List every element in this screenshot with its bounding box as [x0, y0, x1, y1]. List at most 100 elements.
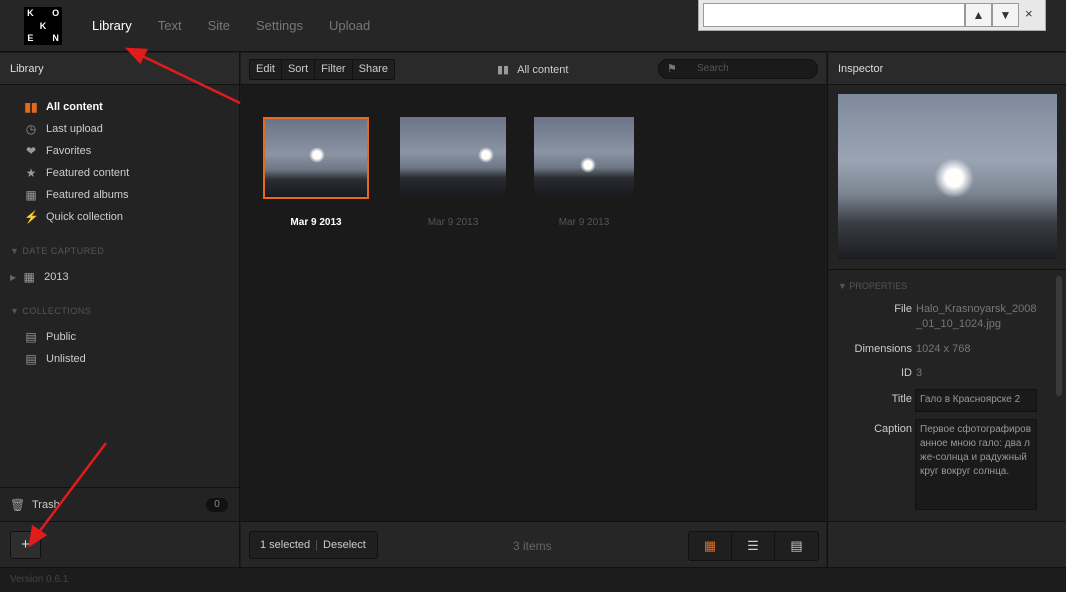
sidebar-item-label: Public — [46, 331, 76, 343]
sidebar-item-label: 2013 — [44, 271, 69, 283]
sidebar-item-trash[interactable]: 🗑 Trash — [10, 497, 60, 513]
sidebar-item-featured-content[interactable]: ★ Featured content — [24, 165, 130, 181]
library-icon: ▮▮ — [497, 64, 510, 76]
sidebar-item-label: Favorites — [46, 145, 92, 157]
logo-letter: K — [27, 8, 34, 18]
trash-row[interactable]: 🗑 Trash 0 — [0, 487, 239, 521]
thumbnail-date: Mar 9 2013 — [290, 217, 342, 228]
trash-icon: 🗑 — [10, 498, 26, 512]
sidebar-item-label: Featured content — [46, 167, 130, 179]
title-label: Title — [891, 393, 912, 405]
logo-letter — [37, 7, 50, 20]
content-toolbar: Edit Sort Filter Share ▮▮ All content ⚑ … — [241, 53, 826, 85]
sidebar-item-label: Last upload — [46, 123, 103, 135]
sidebar-item-label: Quick collection — [46, 211, 124, 223]
logo-letter — [24, 20, 37, 33]
logo-letter — [37, 32, 50, 45]
logo-letter: O — [52, 8, 60, 18]
version-label: Version 0.6.1 — [10, 574, 69, 585]
sidebar-item-favorites[interactable]: ❤ Favorites — [24, 143, 91, 159]
section-label: COLLECTIONS — [22, 306, 92, 316]
sidebar-item-all-content[interactable]: ▮▮ All content — [24, 99, 103, 115]
expand-arrow-icon[interactable]: ▶ — [10, 273, 16, 282]
properties-scrollbar[interactable] — [1056, 276, 1062, 396]
library-sidebar: Library ▮▮ All content ◷ Last upload ❤ F… — [0, 53, 240, 567]
content-footer: 1 selected | Deselect 3 items ▦ ☰ ▤ — [241, 521, 826, 567]
caption-textarea[interactable]: Первое сфотографированное мною гало: два… — [915, 419, 1037, 510]
sidebar-item-label: Featured albums — [46, 189, 129, 201]
sun-glow — [309, 147, 325, 163]
list-view-icon[interactable]: ☰ — [732, 532, 775, 560]
sidebar-item-label: Unlisted — [46, 353, 86, 365]
sidebar-item-label: Trash — [32, 499, 60, 511]
caption-label: Caption — [874, 423, 912, 435]
thumbnail-item[interactable]: Mar 9 2013 — [400, 117, 506, 228]
view-switcher: ▦ ☰ ▤ — [688, 531, 819, 561]
collection-icon: ▤ — [25, 330, 37, 344]
sidebar-item-quick-collection[interactable]: ⚡ Quick collection — [24, 209, 123, 225]
thumbnail-date: Mar 9 2013 — [427, 217, 479, 228]
clock-icon: ◷ — [25, 122, 37, 136]
find-next-button[interactable]: ▼ — [992, 3, 1019, 27]
thumbnail-item[interactable]: Mar 9 2013 — [263, 117, 369, 228]
id-value: 3 — [916, 367, 923, 379]
sidebar-footer: + — [0, 521, 239, 567]
search-field[interactable]: ⚑ Search — [658, 59, 818, 79]
date-captured-section[interactable]: ▼ DATE CAPTURED — [10, 246, 104, 256]
sidebar-item-unlisted[interactable]: ▤ Unlisted — [24, 351, 86, 367]
section-label: DATE CAPTURED — [22, 246, 105, 256]
filter-button[interactable]: Filter — [315, 60, 353, 79]
inspector-preview-image[interactable] — [838, 94, 1057, 259]
find-input[interactable] — [703, 3, 965, 27]
sort-button[interactable]: Sort — [282, 60, 316, 79]
inspector-title: Inspector — [828, 53, 1066, 85]
dimensions-value: 1024 x 768 — [916, 343, 971, 355]
title-input[interactable]: Гало в Красноярске 2 — [915, 389, 1037, 412]
bolt-icon: ⚡ — [24, 210, 39, 224]
nav-upload[interactable]: Upload — [329, 18, 370, 33]
sidebar-item-featured-albums[interactable]: ▦ Featured albums — [24, 187, 129, 203]
find-close-button[interactable]: × — [1025, 6, 1033, 21]
trash-count-badge: 0 — [206, 498, 228, 512]
sidebar-item-public[interactable]: ▤ Public — [24, 329, 76, 345]
context-label: All content — [517, 63, 569, 76]
file-label: File — [894, 303, 912, 315]
sidebar-item-last-upload[interactable]: ◷ Last upload — [24, 121, 103, 137]
collections-section[interactable]: ▼ COLLECTIONS — [10, 306, 91, 316]
top-bar: K O K E N Library Text Site Settings Upl… — [0, 0, 1066, 52]
filmstrip-view-icon[interactable]: ▤ — [775, 532, 818, 560]
sidebar-item-2013[interactable]: ▶ ▦ 2013 — [10, 269, 69, 285]
add-collection-button[interactable]: + — [10, 531, 41, 559]
main-nav: Library Text Site Settings Upload — [92, 18, 396, 33]
calendar-icon: ▦ — [23, 270, 35, 284]
search-input[interactable]: Search — [697, 63, 729, 74]
heart-icon: ❤ — [25, 144, 37, 158]
selected-count: 1 selected — [260, 539, 311, 551]
find-prev-button[interactable]: ▲ — [965, 3, 992, 27]
nav-text[interactable]: Text — [158, 18, 182, 33]
share-button[interactable]: Share — [353, 60, 394, 79]
nav-site[interactable]: Site — [208, 18, 230, 33]
id-label: ID — [901, 367, 912, 379]
sun-glow — [934, 158, 974, 198]
nav-settings[interactable]: Settings — [256, 18, 303, 33]
deselect-button[interactable]: Deselect — [323, 539, 366, 551]
star-icon: ★ — [25, 166, 37, 180]
edit-button[interactable]: Edit — [250, 60, 282, 79]
thumbnail-item[interactable]: Mar 9 2013 — [534, 117, 634, 228]
photo-thumbnail[interactable] — [534, 117, 634, 195]
grid-view-icon[interactable]: ▦ — [689, 532, 732, 560]
sidebar-item-label: All content — [46, 101, 103, 113]
photo-thumbnail[interactable] — [263, 117, 369, 199]
logo-letter: N — [52, 33, 59, 44]
file-value: Halo_Krasnoyarsk_2008_01_10_1024.jpg — [916, 303, 1037, 330]
tag-icon: ⚑ — [667, 63, 677, 75]
content-area: Edit Sort Filter Share ▮▮ All content ⚑ … — [241, 53, 826, 567]
nav-library[interactable]: Library — [92, 18, 132, 33]
inspector-footer — [828, 521, 1066, 567]
photo-thumbnail[interactable] — [400, 117, 506, 195]
separator: | — [315, 539, 319, 551]
properties-section[interactable]: ▼ PROPERTIES — [838, 281, 907, 291]
sun-glow — [580, 157, 596, 173]
koken-logo[interactable]: K O K E N — [24, 7, 62, 45]
